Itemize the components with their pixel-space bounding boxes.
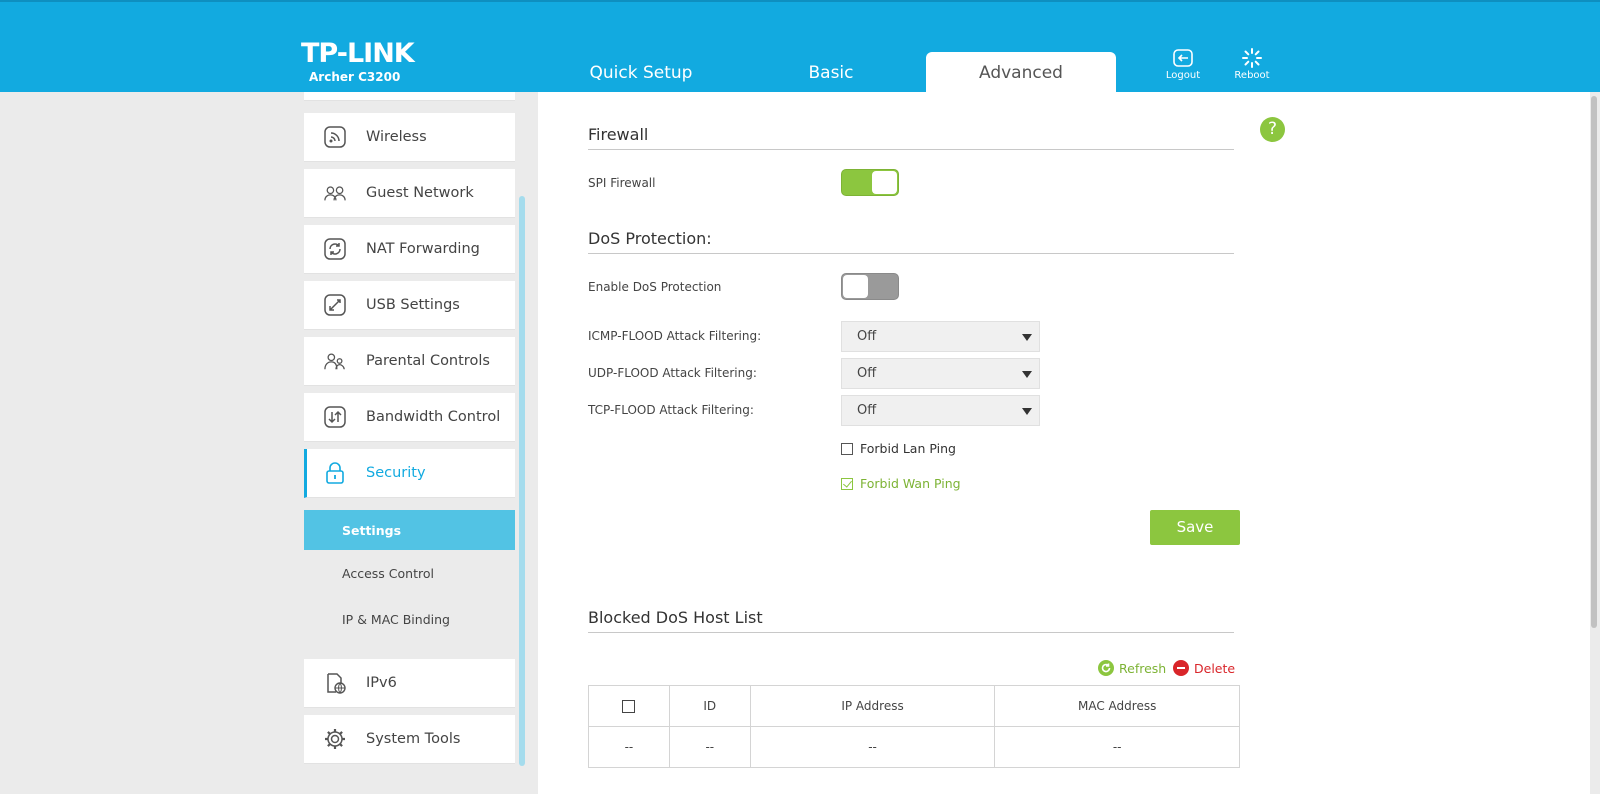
dropdown-arrow-icon xyxy=(1022,408,1032,415)
table-cell: -- xyxy=(588,726,670,768)
sidebar: Wireless Guest Network NAT Forwarding US… xyxy=(304,92,516,794)
subnav-ip-mac-binding[interactable]: IP & MAC Binding xyxy=(304,596,515,643)
sidebar-item-label: System Tools xyxy=(366,731,461,747)
sidebar-item-label: Bandwidth Control xyxy=(366,409,501,425)
toggle-knob xyxy=(872,171,897,194)
sidebar-item-nat-forwarding[interactable]: NAT Forwarding xyxy=(304,225,515,274)
select-value: Off xyxy=(857,366,877,381)
main-content: ? Firewall SPI Firewall DoS Protection: … xyxy=(538,92,1590,794)
checkbox-box xyxy=(841,477,853,490)
sidebar-item-guest-network[interactable]: Guest Network xyxy=(304,169,515,218)
sidebar-item-system-tools[interactable]: System Tools xyxy=(304,715,515,764)
divider xyxy=(588,632,1234,633)
column-header: MAC Address xyxy=(994,685,1240,727)
sidebar-scrollbar[interactable] xyxy=(519,196,525,766)
blocked-host-table: ID IP Address MAC Address -- -- -- -- xyxy=(588,685,1240,768)
enable-dos-label: Enable DoS Protection xyxy=(588,280,722,294)
sidebar-item-label: Guest Network xyxy=(366,185,474,201)
refresh-button[interactable]: Refresh xyxy=(1098,660,1166,676)
udp-flood-select[interactable]: Off xyxy=(841,358,1040,389)
sidebar-item-security[interactable]: Security xyxy=(304,449,515,498)
blocked-host-list-title: Blocked DoS Host List xyxy=(588,608,763,627)
checkbox-box xyxy=(841,442,853,455)
reboot-button[interactable]: Reboot xyxy=(1224,48,1280,81)
icmp-flood-select[interactable]: Off xyxy=(841,321,1040,352)
logout-label: Logout xyxy=(1165,70,1201,81)
gear-icon xyxy=(324,728,346,750)
divider xyxy=(588,149,1234,150)
page-scrollbar[interactable] xyxy=(1591,96,1597,628)
sidebar-item-bandwidth-control[interactable]: Bandwidth Control xyxy=(304,393,515,442)
spi-firewall-toggle[interactable] xyxy=(841,169,899,196)
delete-button[interactable]: Delete xyxy=(1173,660,1235,676)
reboot-icon xyxy=(1242,48,1262,68)
nat-forwarding-icon xyxy=(324,238,346,260)
delete-label: Delete xyxy=(1194,660,1236,676)
toggle-knob xyxy=(843,275,868,298)
usb-icon xyxy=(324,294,346,316)
subnav-access-control[interactable]: Access Control xyxy=(304,550,515,597)
forbid-wan-ping-checkbox[interactable]: Forbid Wan Ping xyxy=(841,476,961,491)
tab-quick-setup[interactable]: Quick Setup xyxy=(546,52,736,94)
table-cell: -- xyxy=(668,726,751,768)
reboot-label: Reboot xyxy=(1234,70,1270,81)
delete-icon xyxy=(1173,660,1189,676)
column-header: IP Address xyxy=(749,685,996,727)
refresh-icon xyxy=(1098,660,1114,676)
lock-icon xyxy=(324,462,346,484)
sidebar-item-ipv6[interactable]: IPv6 xyxy=(304,659,515,708)
select-all-cell[interactable] xyxy=(588,685,670,727)
spi-firewall-label: SPI Firewall xyxy=(588,176,656,190)
icmp-flood-label: ICMP-FLOOD Attack Filtering: xyxy=(588,329,762,343)
wireless-icon xyxy=(324,126,346,148)
table-row: -- -- -- -- xyxy=(588,726,1240,768)
forbid-lan-ping-label: Forbid Lan Ping xyxy=(860,441,956,456)
save-button[interactable]: Save xyxy=(1150,510,1240,545)
bandwidth-icon xyxy=(324,406,346,428)
sidebar-item-usb-settings[interactable]: USB Settings xyxy=(304,281,515,330)
sidebar-item-label: USB Settings xyxy=(366,297,460,313)
tcp-flood-select[interactable]: Off xyxy=(841,395,1040,426)
divider xyxy=(588,253,1234,254)
select-all-checkbox[interactable] xyxy=(622,700,636,713)
sidebar-item-label: NAT Forwarding xyxy=(366,241,480,257)
sidebar-item-label: Wireless xyxy=(366,129,427,145)
column-header: ID xyxy=(668,685,751,727)
logout-icon xyxy=(1173,49,1193,67)
select-value: Off xyxy=(857,329,877,344)
forbid-lan-ping-checkbox[interactable]: Forbid Lan Ping xyxy=(841,441,956,456)
model-name: Archer C3200 xyxy=(309,70,401,84)
refresh-label: Refresh xyxy=(1119,660,1167,676)
sidebar-item-label: IPv6 xyxy=(366,675,397,691)
select-value: Off xyxy=(857,403,877,418)
dropdown-arrow-icon xyxy=(1022,371,1032,378)
sidebar-item-label: Parental Controls xyxy=(366,353,490,369)
logout-button[interactable]: Logout xyxy=(1155,48,1211,81)
subnav-settings[interactable]: Settings xyxy=(304,510,515,550)
tab-basic[interactable]: Basic xyxy=(736,52,926,94)
enable-dos-toggle[interactable] xyxy=(841,273,899,300)
tcp-flood-label: TCP-FLOOD Attack Filtering: xyxy=(588,403,754,417)
sidebar-item-wireless[interactable]: Wireless xyxy=(304,113,515,162)
sidebar-item-previous[interactable] xyxy=(304,92,515,101)
table-cell: -- xyxy=(749,726,996,768)
firewall-title: Firewall xyxy=(588,125,649,144)
sidebar-item-parental-controls[interactable]: Parental Controls xyxy=(304,337,515,386)
table-cell: -- xyxy=(994,726,1240,768)
udp-flood-label: UDP-FLOOD Attack Filtering: xyxy=(588,366,757,380)
brand-logo: TP-LINK xyxy=(301,38,415,69)
tab-advanced[interactable]: Advanced xyxy=(926,52,1116,94)
ipv6-icon xyxy=(324,672,346,694)
dos-protection-title: DoS Protection: xyxy=(588,229,712,248)
dropdown-arrow-icon xyxy=(1022,334,1032,341)
guest-network-icon xyxy=(324,182,346,204)
sidebar-item-label: Security xyxy=(366,465,426,481)
parental-controls-icon xyxy=(324,350,346,372)
top-header: TP-LINK Archer C3200 Quick Setup Basic A… xyxy=(0,0,1600,94)
forbid-wan-ping-label: Forbid Wan Ping xyxy=(860,476,961,491)
table-header-row: ID IP Address MAC Address xyxy=(588,685,1240,727)
help-button[interactable]: ? xyxy=(1260,117,1285,142)
